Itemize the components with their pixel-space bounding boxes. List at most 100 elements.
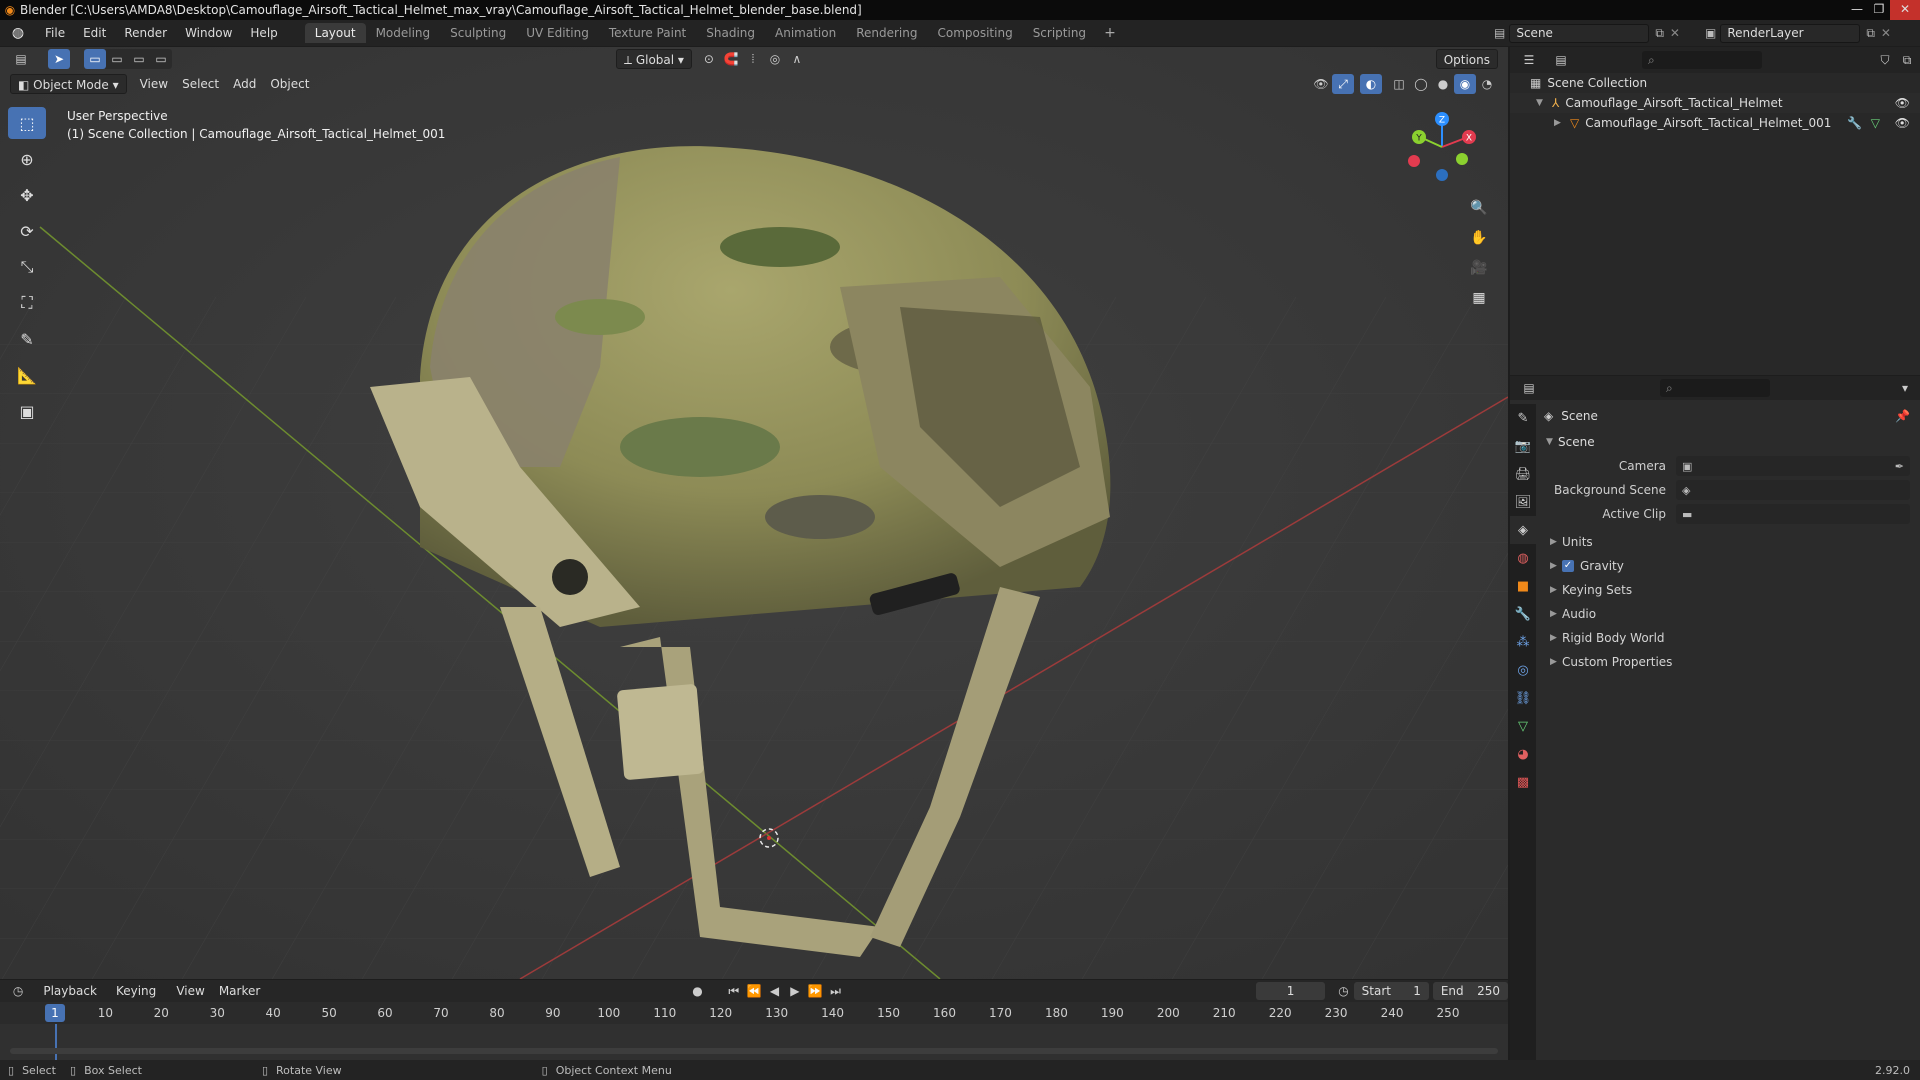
annotate-tool-icon[interactable]: ✎ — [8, 323, 46, 355]
timeline-editor-type-icon[interactable]: ◷ — [8, 981, 28, 1001]
tab-modeling[interactable]: Modeling — [366, 23, 441, 43]
view-layer-tab-icon[interactable]: 🖼 — [1510, 488, 1536, 516]
texture-tab-icon[interactable]: ▩ — [1510, 768, 1536, 796]
jump-end-icon[interactable]: ⏭ — [825, 981, 845, 1001]
render-layer-field[interactable]: RenderLayer — [1720, 23, 1861, 43]
render-tab-icon[interactable]: 📷 — [1510, 432, 1536, 460]
prev-keyframe-icon[interactable]: ⏪ — [744, 981, 764, 1001]
minimize-button[interactable]: — — [1846, 0, 1868, 20]
properties-options-icon[interactable]: ▾ — [1894, 378, 1916, 398]
record-icon[interactable]: ● — [687, 981, 707, 1001]
modifier-wrench-icon[interactable]: 🔧 — [1847, 116, 1862, 130]
properties-search-input[interactable]: ⌕ — [1660, 379, 1770, 397]
zoom-icon[interactable]: 🔍 — [1466, 195, 1492, 221]
maximize-button[interactable]: ❐ — [1868, 0, 1890, 20]
expand-collection-icon[interactable]: ▼ — [1536, 98, 1548, 108]
material-tab-icon[interactable]: ◕ — [1510, 740, 1536, 768]
subpanel-rigid-body-world[interactable]: ▶ Rigid Body World — [1538, 626, 1920, 650]
play-icon[interactable]: ▶ — [785, 981, 805, 1001]
keying-menu[interactable]: Keying ▾ — [109, 981, 169, 1018]
scene-name-field[interactable]: Scene — [1509, 23, 1650, 43]
viewport-menu-object[interactable]: Object — [263, 74, 316, 94]
viewport-menu-view[interactable]: View — [133, 74, 175, 94]
constraints-tab-icon[interactable]: ⛓ — [1510, 684, 1536, 712]
gravity-checkbox[interactable]: ✓ — [1562, 560, 1574, 572]
play-reverse-icon[interactable]: ◀ — [764, 981, 784, 1001]
wireframe-shading-icon[interactable]: ◯ — [1410, 74, 1432, 94]
output-tab-icon[interactable]: 🖨 — [1510, 460, 1536, 488]
select-tool-icon[interactable]: ➤ — [48, 49, 70, 69]
physics-tab-icon[interactable]: ◎ — [1510, 656, 1536, 684]
eyedropper-icon[interactable]: ✒ — [1895, 460, 1904, 473]
mesh-data-tab-icon[interactable]: ▽ — [1510, 712, 1536, 740]
add-cube-tool-icon[interactable]: ▣ — [8, 395, 46, 427]
timeline-track-area[interactable] — [0, 1024, 1508, 1060]
next-keyframe-icon[interactable]: ⏩ — [805, 981, 825, 1001]
preview-range-icon[interactable]: ◷ — [1333, 981, 1353, 1001]
modifier-tab-icon[interactable]: 🔧 — [1510, 600, 1536, 628]
rendered-shading-icon[interactable]: ◔ — [1476, 74, 1498, 94]
start-frame-field[interactable]: Start 1 — [1353, 982, 1429, 1000]
menu-window[interactable]: Window — [176, 26, 241, 40]
options-button[interactable]: Options — [1435, 49, 1498, 69]
pan-hand-icon[interactable]: ✋ — [1466, 225, 1492, 251]
subpanel-gravity[interactable]: ▶ ✓ Gravity — [1538, 554, 1920, 578]
properties-editor-type-icon[interactable]: ▤ — [1518, 378, 1540, 398]
xray-toggle-icon[interactable]: ◫ — [1388, 74, 1410, 94]
tab-texture-paint[interactable]: Texture Paint — [599, 23, 696, 43]
proportional-edit-icon[interactable]: ◎ — [764, 49, 786, 69]
menu-edit[interactable]: Edit — [74, 26, 115, 40]
new-collection-icon[interactable]: ⧉ — [1896, 50, 1918, 70]
move-tool-icon[interactable]: ✥ — [8, 179, 46, 211]
mesh-data-icon[interactable]: ▽ — [1871, 116, 1880, 130]
select-box-tool-icon[interactable]: ⬚ — [8, 107, 46, 139]
falloff-icon[interactable]: ∧ — [786, 49, 808, 69]
pin-icon[interactable]: 📌 — [1895, 409, 1910, 423]
filter-icon[interactable]: ⛉ — [1874, 50, 1896, 70]
subpanel-keying-sets[interactable]: ▶ Keying Sets — [1538, 578, 1920, 602]
viewport-menu-select[interactable]: Select — [175, 74, 226, 94]
snap-target-icon[interactable]: ⦙ — [742, 49, 764, 69]
menu-file[interactable]: File — [36, 26, 74, 40]
display-mode-icon[interactable]: ▤ — [1550, 50, 1572, 70]
editor-type-icon[interactable]: ▤ — [10, 49, 32, 69]
object-tab-icon[interactable]: ■ — [1510, 572, 1536, 600]
tab-layout[interactable]: Layout — [304, 23, 366, 43]
tab-compositing[interactable]: Compositing — [927, 23, 1022, 43]
menu-render[interactable]: Render — [115, 26, 176, 40]
tab-uv-editing[interactable]: UV Editing — [516, 23, 599, 43]
orientation-dropdown[interactable]: ⟂ Global ▾ — [616, 49, 692, 69]
scale-tool-icon[interactable]: ⤡ — [8, 251, 46, 283]
outliner-row-collection[interactable]: ▼ ⅄ Camouflage_Airsoft_Tactical_Helmet 👁 — [1510, 93, 1920, 113]
solid-shading-icon[interactable]: ● — [1432, 74, 1454, 94]
playhead-frame-indicator[interactable]: 1 — [45, 1004, 65, 1022]
visibility-icon[interactable]: 👁 — [1310, 74, 1332, 94]
ortho-grid-icon[interactable]: ▦ — [1466, 285, 1492, 311]
measure-tool-icon[interactable]: 📐 — [8, 359, 46, 391]
outliner-editor-type-icon[interactable]: ☰ — [1518, 50, 1540, 70]
viewport-menu-add[interactable]: Add — [226, 74, 263, 94]
outliner-row-object[interactable]: ▶ ▽ Camouflage_Airsoft_Tactical_Helmet_0… — [1510, 113, 1920, 133]
menu-help[interactable]: Help — [241, 26, 286, 40]
world-tab-icon[interactable]: ◍ — [1510, 544, 1536, 572]
jump-start-icon[interactable]: ⏮ — [724, 981, 744, 1001]
scene-section-header[interactable]: ▼ Scene — [1538, 430, 1920, 454]
3d-viewport[interactable]: ▤ ➤ ▭ ▭ ▭ ▭ ⟂ Global ▾ ⊙ 🧲 ⦙ ◎ ∧ Options… — [0, 47, 1508, 979]
timeline-view-menu[interactable]: View — [169, 981, 211, 1001]
material-shading-icon[interactable]: ◉ — [1454, 74, 1476, 94]
new-scene-icon[interactable]: ⧉ — [1655, 26, 1664, 41]
tab-animation[interactable]: Animation — [765, 23, 846, 43]
snap-icon[interactable]: 🧲 — [720, 49, 742, 69]
gizmo-toggle-icon[interactable]: ⤢ — [1332, 74, 1354, 94]
tab-rendering[interactable]: Rendering — [846, 23, 927, 43]
background-scene-field[interactable]: ◈ — [1676, 480, 1910, 500]
select-extend-icon[interactable]: ▭ — [106, 49, 128, 69]
timeline-ruler[interactable]: 1 10 20 30 40 50 60 70 80 90 100 110 120 130 140 150 160… — [0, 1002, 1508, 1024]
subpanel-audio[interactable]: ▶ Audio — [1538, 602, 1920, 626]
subpanel-custom-properties[interactable]: ▶ Custom Properties — [1538, 650, 1920, 674]
camera-view-icon[interactable]: 🎥 — [1466, 255, 1492, 281]
outliner-search-input[interactable]: ⌕ — [1642, 51, 1762, 69]
expand-object-icon[interactable]: ▶ — [1554, 118, 1566, 128]
remove-scene-icon[interactable]: ✕ — [1670, 26, 1680, 40]
cursor-tool-icon[interactable]: ⊕ — [8, 143, 46, 175]
